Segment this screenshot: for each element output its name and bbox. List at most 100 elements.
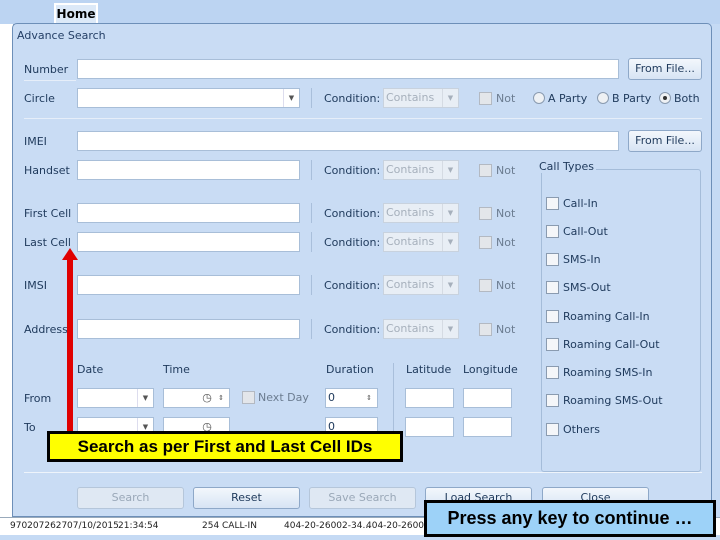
first-cell-condition-dropdown[interactable]: Contains ▼ <box>383 203 459 223</box>
condition-value: Contains <box>386 322 435 335</box>
call-type-checkbox[interactable] <box>546 423 559 436</box>
address-not-label: Not <box>496 323 516 336</box>
cell-last-cell: 404-20-26002 <box>366 521 430 531</box>
last-cell-input[interactable] <box>77 232 300 252</box>
address-condition-label: Condition: <box>324 323 381 336</box>
latitude-header: Latitude <box>406 363 452 376</box>
to-label: To <box>24 421 36 434</box>
handset-label: Handset <box>24 164 70 177</box>
call-type-checkbox[interactable] <box>546 281 559 294</box>
time-header: Time <box>163 363 190 376</box>
address-input[interactable] <box>77 319 300 339</box>
address-not-checkbox[interactable] <box>479 323 492 336</box>
arrow-head-icon <box>62 248 78 260</box>
last-cell-condition-label: Condition: <box>324 236 381 249</box>
chevron-down-icon: ▼ <box>283 89 299 107</box>
call-type-checkbox[interactable] <box>546 394 559 407</box>
imei-label: IMEI <box>24 135 47 148</box>
duration-from-input[interactable]: 0 ⇕ <box>325 388 378 408</box>
duration-header: Duration <box>326 363 374 376</box>
condition-value: Contains <box>386 91 435 104</box>
next-day-checkbox[interactable] <box>242 391 255 404</box>
both-radio[interactable] <box>659 92 671 104</box>
first-cell-not-checkbox[interactable] <box>479 207 492 220</box>
longitude-to-input[interactable] <box>463 417 512 437</box>
first-cell-label: First Cell <box>24 207 72 220</box>
call-type-label: Roaming SMS-Out <box>563 394 663 407</box>
imei-input[interactable] <box>77 131 619 151</box>
call-types-title: Call Types <box>537 160 597 173</box>
call-type-checkbox[interactable] <box>546 253 559 266</box>
imsi-not-label: Not <box>496 279 516 292</box>
tab-home[interactable]: Home <box>54 3 98 25</box>
call-type-label: Call-In <box>563 197 598 210</box>
call-type-label: Others <box>563 423 600 436</box>
call-type-label: Roaming SMS-In <box>563 366 653 379</box>
imei-from-file-button[interactable]: From File... <box>628 130 702 152</box>
from-date-picker[interactable]: ▼ <box>77 388 154 408</box>
cell-type: CALL-IN <box>222 521 257 531</box>
latitude-from-input[interactable] <box>405 388 454 408</box>
imsi-condition-label: Condition: <box>324 279 381 292</box>
imsi-not-checkbox[interactable] <box>479 279 492 292</box>
search-button[interactable]: Search <box>77 487 184 509</box>
address-label: Address <box>24 323 68 336</box>
from-time-picker[interactable]: ◷ ⇕ <box>163 388 230 408</box>
imsi-condition-dropdown[interactable]: Contains ▼ <box>383 275 459 295</box>
call-type-label: SMS-In <box>563 253 601 266</box>
spin-icon[interactable]: ⇕ <box>213 389 229 407</box>
call-type-checkbox[interactable] <box>546 310 559 323</box>
last-cell-not-checkbox[interactable] <box>479 236 492 249</box>
handset-not-checkbox[interactable] <box>479 164 492 177</box>
reset-button[interactable]: Reset <box>193 487 300 509</box>
duration-from-value: 0 <box>328 391 335 404</box>
ribbon-bar <box>0 0 720 24</box>
last-cell-not-label: Not <box>496 236 516 249</box>
first-cell-condition-label: Condition: <box>324 207 381 220</box>
longitude-header: Longitude <box>463 363 518 376</box>
first-cell-not-label: Not <box>496 207 516 220</box>
a-party-radio[interactable] <box>533 92 545 104</box>
call-type-label: Roaming Call-Out <box>563 338 660 351</box>
annotation-arrow <box>67 258 73 433</box>
dialog-title: Advance Search <box>17 29 106 42</box>
longitude-from-input[interactable] <box>463 388 512 408</box>
imsi-input[interactable] <box>77 275 300 295</box>
latitude-to-input[interactable] <box>405 417 454 437</box>
next-day-label: Next Day <box>258 391 309 404</box>
number-input[interactable] <box>77 59 619 79</box>
circle-not-label: Not <box>496 92 516 105</box>
spin-icon[interactable]: ⇕ <box>361 389 377 407</box>
call-type-checkbox[interactable] <box>546 225 559 238</box>
handset-condition-dropdown[interactable]: Contains ▼ <box>383 160 459 180</box>
b-party-radio[interactable] <box>597 92 609 104</box>
imsi-label: IMSI <box>24 279 47 292</box>
call-type-checkbox[interactable] <box>546 366 559 379</box>
from-label: From <box>24 392 52 405</box>
first-cell-input[interactable] <box>77 203 300 223</box>
condition-value: Contains <box>386 235 435 248</box>
cell-duration: 254 <box>202 521 220 531</box>
circle-label: Circle <box>24 92 55 105</box>
number-from-file-button[interactable]: From File... <box>628 58 702 80</box>
address-condition-dropdown[interactable]: Contains ▼ <box>383 319 459 339</box>
save-search-button[interactable]: Save Search <box>309 487 416 509</box>
circle-not-checkbox[interactable] <box>479 92 492 105</box>
call-type-label: Call-Out <box>563 225 608 238</box>
continue-prompt: Press any key to continue … <box>424 500 716 537</box>
date-header: Date <box>77 363 104 376</box>
last-cell-condition-dropdown[interactable]: Contains ▼ <box>383 232 459 252</box>
both-label: Both <box>674 92 700 105</box>
call-type-label: SMS-Out <box>563 281 611 294</box>
b-party-label: B Party <box>612 92 652 105</box>
handset-input[interactable] <box>77 160 300 180</box>
cell-number: 9702072627 <box>10 521 68 531</box>
call-type-checkbox[interactable] <box>546 338 559 351</box>
handset-not-label: Not <box>496 164 516 177</box>
circle-condition-dropdown[interactable]: Contains ▼ <box>383 88 459 108</box>
circle-condition-label: Condition: <box>324 92 381 105</box>
call-type-checkbox[interactable] <box>546 197 559 210</box>
cell-time: 21:34:54 <box>118 521 159 531</box>
call-type-label: Roaming Call-In <box>563 310 650 323</box>
circle-dropdown[interactable]: ▼ <box>77 88 300 108</box>
